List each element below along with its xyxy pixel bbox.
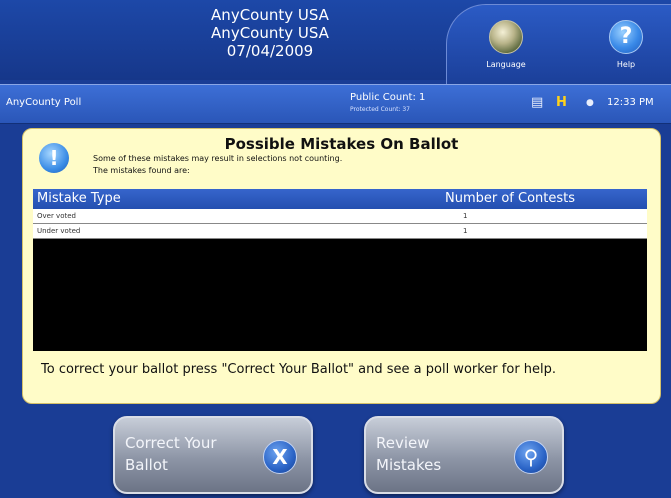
jurisdiction-line-1: AnyCounty USA bbox=[211, 6, 329, 24]
document-icon: ▤ bbox=[531, 95, 544, 110]
clock-time: 12:33 PM bbox=[607, 97, 654, 108]
review-mistakes-label-line-1: Review bbox=[376, 434, 430, 452]
column-header-number-of-contests: Number of Contests bbox=[445, 191, 576, 206]
table-row[interactable]: Under voted 1 bbox=[33, 224, 647, 239]
table-row[interactable]: Over voted 1 bbox=[33, 209, 647, 224]
row-mistake-type: Over voted bbox=[37, 212, 76, 220]
globe-language-icon bbox=[489, 20, 523, 54]
language-button[interactable]: Language bbox=[476, 20, 536, 78]
x-icon: X bbox=[263, 440, 297, 474]
table-header: Mistake Type Number of Contests bbox=[33, 189, 647, 209]
panel-title: Possible Mistakes On Ballot bbox=[224, 135, 459, 153]
mistakes-table: Mistake Type Number of Contests Over vot… bbox=[33, 189, 647, 351]
review-mistakes-button[interactable]: Review Mistakes ⚲ bbox=[364, 416, 564, 494]
mistakes-panel: ! Possible Mistakes On Ballot Some of th… bbox=[22, 128, 661, 404]
correct-ballot-label-line-2: Ballot bbox=[125, 456, 168, 474]
protected-count: Protected Count: 37 bbox=[350, 106, 411, 113]
help-label: Help bbox=[616, 60, 636, 69]
panel-subtitle: Some of these mistakes may result in sel… bbox=[93, 154, 343, 163]
row-contest-count: 1 bbox=[463, 227, 468, 235]
question-mark-icon: ? bbox=[609, 20, 643, 54]
row-mistake-type: Under voted bbox=[37, 227, 81, 235]
jurisdiction-line-2: AnyCounty USA bbox=[211, 24, 329, 42]
column-header-mistake-type: Mistake Type bbox=[37, 191, 121, 206]
row-contest-count: 1 bbox=[463, 212, 468, 220]
correct-ballot-button[interactable]: Correct Your Ballot X bbox=[113, 416, 313, 494]
power-icon: ● bbox=[586, 98, 594, 108]
help-button[interactable]: ? Help bbox=[596, 20, 656, 78]
panel-subtitle-2: The mistakes found are: bbox=[93, 166, 190, 175]
correct-ballot-label: Correct Your Ballot bbox=[125, 432, 235, 476]
review-mistakes-label: Review Mistakes bbox=[376, 432, 486, 476]
instructions-text: To correct your ballot press "Correct Yo… bbox=[41, 362, 557, 377]
language-label: Language bbox=[486, 60, 526, 69]
poll-name: AnyCounty Poll bbox=[6, 97, 82, 108]
status-bar: AnyCounty Poll Public Count: 1 Protected… bbox=[0, 84, 671, 124]
election-date: 07/04/2009 bbox=[226, 42, 314, 60]
public-count: Public Count: 1 bbox=[350, 92, 426, 103]
headphones-icon: H bbox=[556, 95, 567, 110]
correct-ballot-label-line-1: Correct Your bbox=[125, 434, 217, 452]
review-mistakes-label-line-2: Mistakes bbox=[376, 456, 442, 474]
magnifier-icon: ⚲ bbox=[514, 440, 548, 474]
election-title: AnyCounty USA AnyCounty USA 07/04/2009 bbox=[150, 6, 390, 60]
